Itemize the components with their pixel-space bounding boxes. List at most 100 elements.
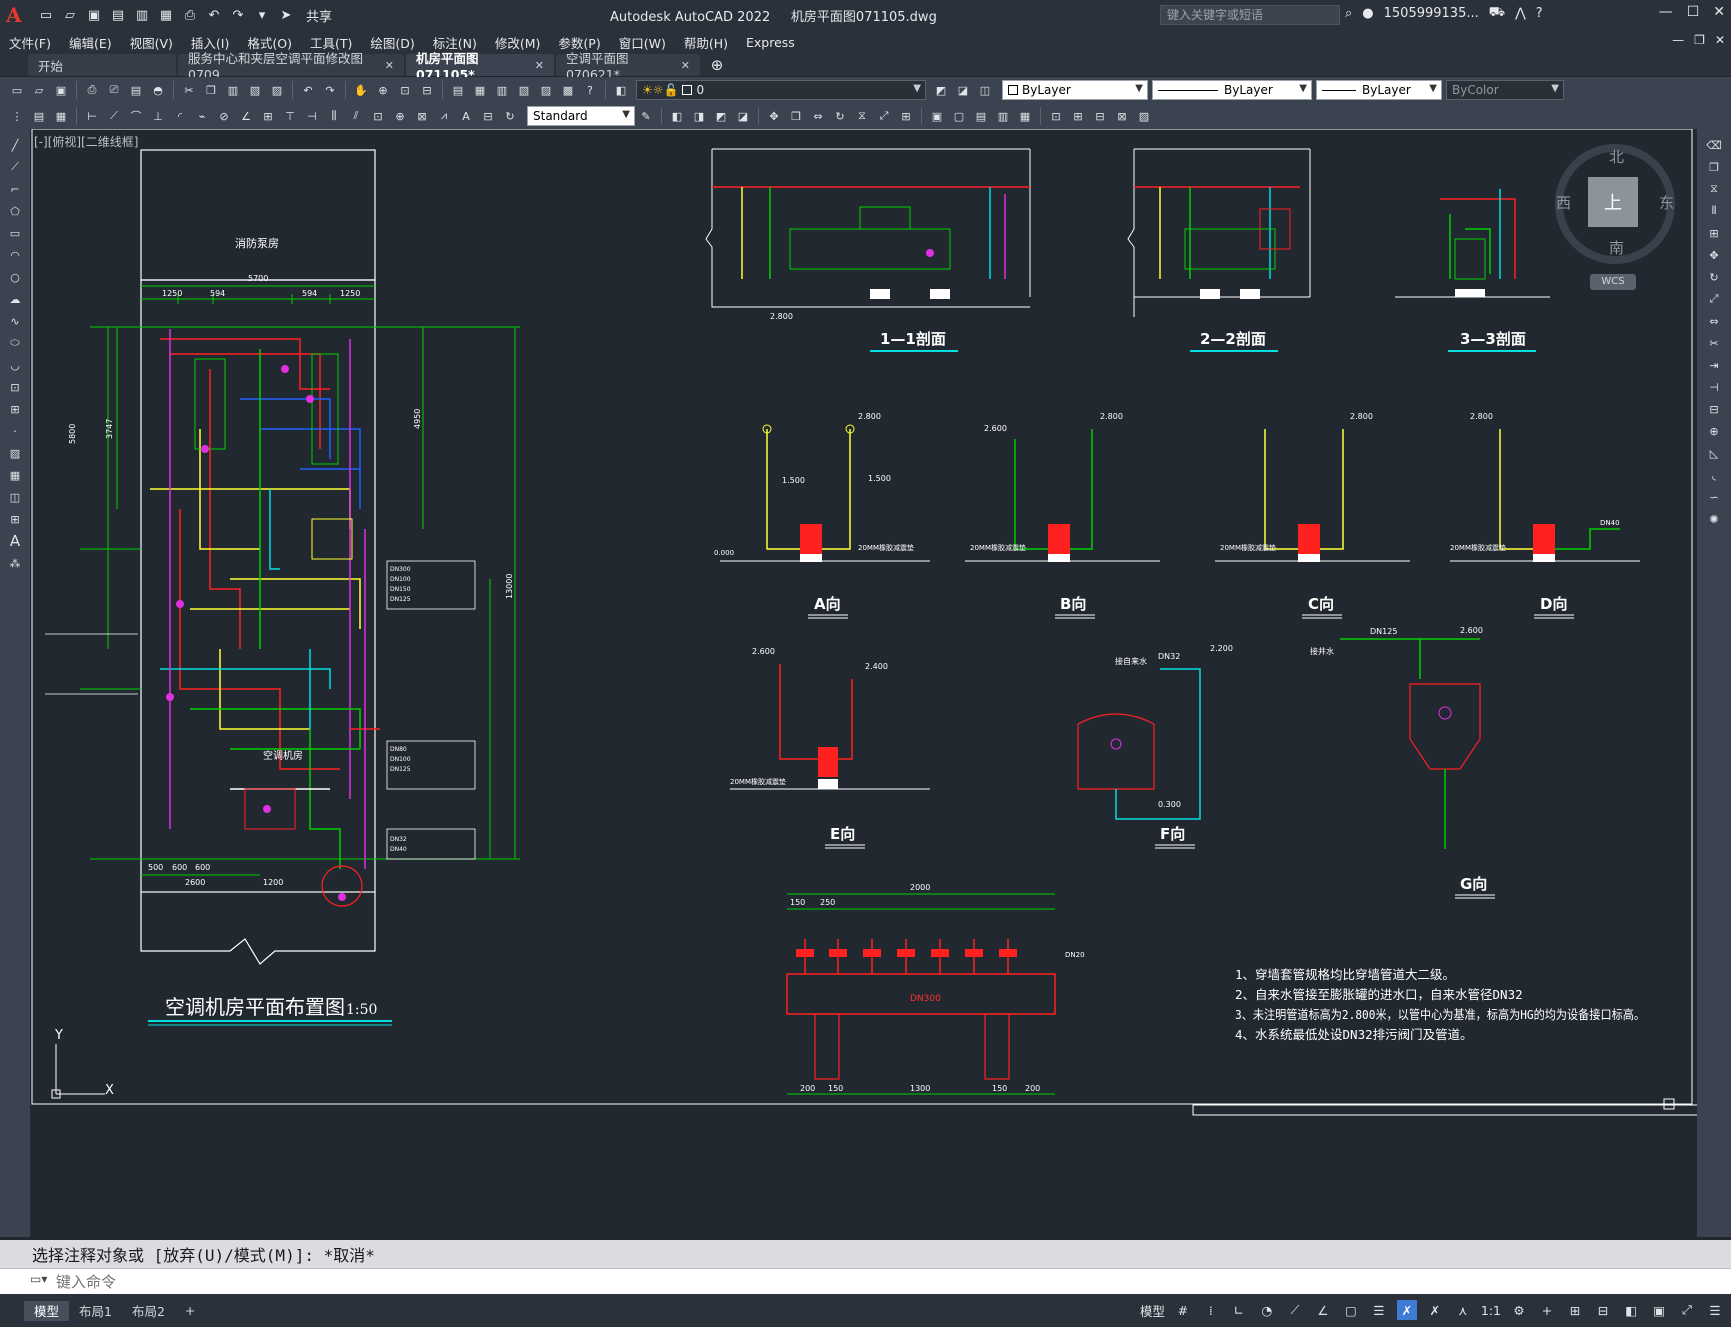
back-icon[interactable]: ◨ (690, 107, 708, 125)
publish-icon[interactable]: ▤ (127, 81, 145, 99)
chamfer-icon[interactable]: ◺ (1705, 445, 1723, 461)
layer-previous-icon[interactable]: ◪ (954, 81, 972, 99)
jogged-dim-icon[interactable]: ⌁ (193, 107, 211, 125)
isodraft-icon[interactable]: ⟋ (1285, 1300, 1305, 1320)
plot-preview-icon[interactable]: ⎚ (105, 81, 123, 99)
break-icon[interactable]: ⊟ (1705, 401, 1723, 417)
tab-machine-room[interactable]: 机房平面图071105* ✕ (406, 51, 554, 82)
layer-combo[interactable]: ☀☼🔓 0 ▼ (636, 80, 926, 100)
tab-service-center[interactable]: 服务中心和夹层空调平面修改图0709 ✕ (178, 51, 404, 82)
dim-style-manager-icon[interactable]: ✎ (637, 107, 655, 125)
mirror-icon[interactable]: ⧖ (853, 107, 871, 125)
viewport-label[interactable]: [-][俯视][二维线框] (34, 133, 138, 150)
menu-edit[interactable]: 编辑(E) (60, 33, 121, 52)
continue-dim-icon[interactable]: ⊣ (303, 107, 321, 125)
lineweight-combo[interactable]: ByLayer ▼ (1316, 80, 1442, 100)
auto-scale-icon[interactable]: ✗ (1425, 1300, 1445, 1320)
search-icon[interactable]: ⌕ (1345, 6, 1352, 21)
dim-break-icon[interactable]: ⫽ (347, 107, 365, 125)
ortho-icon[interactable]: ∟ (1229, 1300, 1249, 1320)
block-editor-icon[interactable]: ▨ (268, 81, 286, 99)
command-input[interactable] (56, 1272, 1731, 1291)
help-icon[interactable]: ? (1536, 6, 1543, 21)
stretch-icon[interactable]: ⇔ (1705, 313, 1723, 329)
move-icon[interactable]: ✥ (1705, 247, 1723, 263)
model-space-toggle[interactable]: 模型 (1140, 1301, 1165, 1320)
angular-dim-icon[interactable]: ∠ (237, 107, 255, 125)
quick-properties-icon[interactable]: ⊟ (1593, 1300, 1613, 1320)
tab-layout2[interactable]: 布局2 (122, 1301, 175, 1321)
hatch-icon[interactable]: ▨ (6, 445, 24, 461)
insert-block-icon[interactable]: ⊡ (1047, 107, 1065, 125)
rectangle-icon[interactable]: ▭ (6, 225, 24, 241)
new-tab-icon[interactable]: ⊕ (706, 56, 728, 74)
arc-length-icon[interactable]: ⌒ (127, 107, 145, 125)
save-as-icon[interactable]: ▤ (108, 5, 128, 25)
annotation-scale-icon[interactable]: ⋏ (1453, 1300, 1473, 1320)
scale-icon[interactable]: ⤢ (875, 107, 893, 125)
compass-south[interactable]: 南 (1609, 237, 1624, 258)
plot-icon[interactable]: ⎙ (180, 5, 200, 25)
attach-icon[interactable]: ⊟ (1091, 107, 1109, 125)
properties-icon[interactable]: ▤ (449, 81, 467, 99)
dim-text-edit-icon[interactable]: ⊟ (479, 107, 497, 125)
create-block-icon[interactable]: ⊞ (1069, 107, 1087, 125)
spline-icon[interactable]: ∿ (6, 313, 24, 329)
tab-ac-plan[interactable]: 空调平面图070621* ✕ (556, 51, 700, 82)
isolate-objects-icon[interactable]: ◧ (1621, 1300, 1641, 1320)
user-icon[interactable]: ● (1362, 6, 1373, 21)
group-bounding-icon[interactable]: ▦ (1016, 107, 1034, 125)
dim-space-icon[interactable]: ⫼ (325, 107, 343, 125)
snap-icon[interactable]: ⁞ (1201, 1300, 1221, 1320)
copy-object-icon[interactable]: ❐ (787, 107, 805, 125)
wcs-menu[interactable]: WCS (1590, 274, 1636, 290)
ellipse-arc-icon[interactable]: ◡ (6, 357, 24, 373)
join-icon[interactable]: ⊕ (1705, 423, 1723, 439)
fillet-icon[interactable]: ◟ (1705, 467, 1723, 483)
tab-close-icon[interactable]: ✕ (535, 59, 544, 72)
maximize-icon[interactable]: ☐ (1687, 4, 1700, 20)
xref-icon[interactable]: ⊠ (1113, 107, 1131, 125)
object-snap-icon[interactable]: ▢ (1341, 1300, 1361, 1320)
copy-icon[interactable]: ❐ (202, 81, 220, 99)
point-icon[interactable]: · (6, 423, 24, 439)
ordinate-dim-icon[interactable]: ⊥ (149, 107, 167, 125)
extend-icon[interactable]: ⇥ (1705, 357, 1723, 373)
aligned-dim-icon[interactable]: ⟋ (105, 107, 123, 125)
menu-express[interactable]: Express (737, 35, 804, 50)
autodesk-app-icon[interactable]: ⋀ (1515, 6, 1526, 21)
match-properties-icon[interactable]: ▧ (246, 81, 264, 99)
break-point-icon[interactable]: ⊣ (1705, 379, 1723, 395)
tab-layout1[interactable]: 布局1 (69, 1301, 122, 1321)
baseline-dim-icon[interactable]: ⊤ (281, 107, 299, 125)
clean-screen-icon[interactable]: ⤢ (1677, 1300, 1697, 1320)
doc-close-icon[interactable]: ✕ (1715, 33, 1725, 47)
customization-icon[interactable]: ☰ (1705, 1300, 1725, 1320)
minimize-icon[interactable]: — (1659, 4, 1673, 20)
autocad-logo-icon[interactable]: A (6, 3, 30, 27)
annotation-scale-value[interactable]: 1:1 (1481, 1303, 1501, 1318)
line-icon[interactable]: ╱ (6, 137, 24, 153)
dim-update-icon[interactable]: ↻ (501, 107, 519, 125)
help-icon[interactable]: ? (581, 81, 599, 99)
doc-restore-icon[interactable]: ❐ (1694, 33, 1705, 47)
group-select-icon[interactable]: ▥ (994, 107, 1012, 125)
share-icon[interactable]: ➤ (276, 5, 296, 25)
linear-dim-icon[interactable]: ⊢ (83, 107, 101, 125)
dim-edit-icon[interactable]: A (457, 107, 475, 125)
layer-match-icon[interactable]: ◫ (976, 81, 994, 99)
rotate-icon[interactable]: ↻ (1705, 269, 1723, 285)
viewcube[interactable]: 上 北 南 西 东 (1555, 144, 1675, 264)
jogged-linear-icon[interactable]: ⩘ (435, 107, 453, 125)
multiline-text-icon[interactable]: A (6, 532, 24, 550)
menu-help[interactable]: 帮助(H) (675, 33, 737, 52)
undo-icon[interactable]: ↶ (299, 81, 317, 99)
stretch-icon[interactable]: ⇔ (809, 107, 827, 125)
quick-dim-icon[interactable]: ⊞ (259, 107, 277, 125)
add-layout-icon[interactable]: + (175, 1301, 205, 1321)
gradient-icon[interactable]: ▦ (6, 467, 24, 483)
user-name[interactable]: 1505999135... (1384, 6, 1479, 21)
tab-start[interactable]: 开始 (28, 54, 176, 76)
workspace-gear-icon[interactable]: ⚙ (1509, 1300, 1529, 1320)
menu-view[interactable]: 视图(V) (121, 33, 182, 52)
